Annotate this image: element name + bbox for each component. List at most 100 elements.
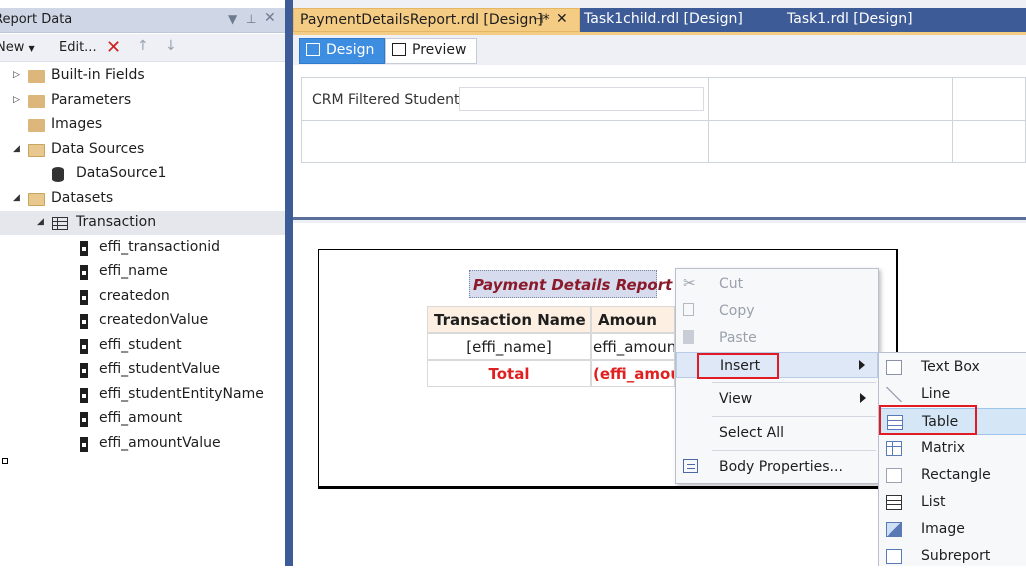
- menu-item-view[interactable]: View: [676, 386, 878, 412]
- scissors-icon: ✂: [683, 274, 696, 292]
- menu-label: Select All: [719, 425, 784, 441]
- tab-design[interactable]: Design: [299, 38, 385, 64]
- submenu-item-text-box[interactable]: Text Box: [879, 354, 1026, 381]
- tree-item-label: Data Sources: [51, 140, 145, 157]
- tree-item[interactable]: ▷ Built-in Fields: [0, 64, 285, 88]
- expand-arrow-icon[interactable]: ◢: [37, 217, 44, 227]
- chevron-down-icon: ▼: [28, 44, 35, 53]
- menu-separator: [712, 450, 876, 451]
- tree-item-label: createdon: [99, 287, 170, 304]
- tree-item[interactable]: effi_studentEntityName: [0, 383, 285, 407]
- panel-splitter[interactable]: [285, 0, 293, 566]
- collapse-arrow-icon[interactable]: ▷: [13, 70, 20, 80]
- tree-item[interactable]: effi_studentValue: [0, 358, 285, 382]
- tree-item[interactable]: effi_student: [0, 334, 285, 358]
- tree-item-label: DataSource1: [76, 165, 167, 181]
- tree-item-label: effi_name: [99, 263, 168, 279]
- menu-item-cut[interactable]: ✂ Cut: [676, 271, 878, 297]
- menu-label: Copy: [719, 303, 755, 319]
- tree-item-label: effi_studentEntityName: [99, 385, 264, 402]
- properties-icon: [683, 459, 698, 473]
- submenu-label: Line: [921, 386, 951, 402]
- submenu-label: Image: [921, 521, 965, 537]
- menu-item-copy[interactable]: Copy: [676, 298, 878, 324]
- total-label-cell[interactable]: Total: [427, 360, 591, 387]
- dataset-grid-icon: [52, 217, 68, 230]
- tree-item-label: effi_student: [99, 336, 182, 353]
- tab-preview[interactable]: Preview: [385, 38, 477, 64]
- textbox-icon: [886, 360, 902, 375]
- tree-item-label: Built-in Fields: [51, 67, 145, 83]
- edit-button[interactable]: Edit...: [59, 40, 97, 55]
- close-icon[interactable]: ✕: [264, 10, 276, 26]
- database-icon: [52, 167, 64, 182]
- pin-icon[interactable]: ⊥: [246, 12, 256, 26]
- tree-item[interactable]: createdonValue: [0, 309, 285, 333]
- tree-item[interactable]: ◢ Datasets: [0, 187, 285, 211]
- dropdown-icon[interactable]: ▼: [228, 12, 237, 26]
- collapse-arrow-icon[interactable]: ▷: [13, 95, 20, 105]
- tree-item[interactable]: effi_name: [0, 260, 285, 284]
- submenu-arrow-icon: [859, 360, 865, 370]
- tab-pin-icon[interactable]: ⊣: [533, 12, 543, 26]
- total-amount-cell[interactable]: (effi_amou: [591, 360, 675, 387]
- submenu-item-image[interactable]: Image: [879, 516, 1026, 543]
- param-cell: [953, 78, 1026, 121]
- tree-item[interactable]: effi_amount: [0, 407, 285, 431]
- tree-item[interactable]: createdon: [0, 285, 285, 309]
- detail-cell-amount[interactable]: effi_amountV: [591, 333, 675, 360]
- field-icon: [80, 363, 88, 378]
- subreport-icon: [886, 549, 902, 564]
- tree-item[interactable]: Images: [0, 113, 285, 137]
- tab-label: PaymentDetailsReport.rdl [Design]*: [300, 12, 550, 28]
- tree-item[interactable]: effi_amountValue: [0, 432, 285, 456]
- field-icon: [80, 412, 88, 427]
- field-icon: [80, 338, 88, 354]
- tree-item[interactable]: ◢ Data Sources: [0, 138, 285, 162]
- resize-handle[interactable]: [2, 458, 8, 464]
- tab-close-icon[interactable]: ✕: [556, 11, 568, 27]
- tree-item[interactable]: DataSource1: [0, 162, 285, 186]
- menu-label: Cut: [719, 276, 744, 292]
- header-cell-amount[interactable]: Amoun: [591, 306, 675, 333]
- header-cell-transaction-name[interactable]: Transaction Name: [427, 306, 591, 333]
- tab-task1[interactable]: Task1.rdl [Design]: [781, 8, 919, 32]
- submenu-item-line[interactable]: Line: [879, 381, 1026, 408]
- detail-cell-name[interactable]: [effi_name]: [427, 333, 591, 360]
- menu-item-paste[interactable]: Paste: [676, 325, 878, 351]
- menu-label: Paste: [719, 330, 757, 346]
- delete-icon[interactable]: ✕: [106, 37, 121, 58]
- submenu-label: Text Box: [921, 359, 980, 375]
- new-label: New: [0, 40, 25, 55]
- menu-item-select-all[interactable]: Select All: [676, 420, 878, 446]
- tree-item[interactable]: ◢ Transaction: [0, 211, 285, 235]
- expand-arrow-icon[interactable]: ◢: [13, 144, 20, 154]
- menu-separator: [712, 416, 876, 417]
- copy-icon: [683, 303, 694, 316]
- menu-separator: [712, 382, 876, 383]
- tree-item[interactable]: effi_transactionid: [0, 236, 285, 260]
- parameter-input[interactable]: [459, 87, 704, 111]
- move-down-icon[interactable]: ↓: [165, 38, 177, 54]
- submenu-label: List: [921, 494, 946, 510]
- report-title-textbox[interactable]: Payment Details Report: [469, 270, 672, 298]
- folder-icon: [28, 70, 45, 83]
- tab-task1child[interactable]: Task1child.rdl [Design]: [578, 8, 749, 32]
- list-icon: [886, 495, 902, 510]
- submenu-item-list[interactable]: List: [879, 489, 1026, 516]
- submenu-item-rectangle[interactable]: Rectangle: [879, 462, 1026, 489]
- expand-arrow-icon[interactable]: ◢: [13, 193, 20, 203]
- folder-open-icon: [28, 143, 45, 157]
- tree-item[interactable]: ▷ Parameters: [0, 89, 285, 113]
- move-up-icon[interactable]: ↑: [137, 38, 149, 54]
- field-icon: [80, 240, 88, 256]
- tab-label: Task1child.rdl [Design]: [584, 11, 743, 27]
- menu-item-body-properties[interactable]: Body Properties...: [676, 454, 878, 480]
- tab-label: Task1.rdl [Design]: [787, 11, 913, 27]
- submenu-label: Matrix: [921, 440, 966, 456]
- menu-label: Body Properties...: [719, 459, 843, 475]
- submenu-item-matrix[interactable]: Matrix: [879, 435, 1026, 462]
- field-icon: [80, 265, 88, 280]
- panel-title: Report Data: [0, 12, 73, 27]
- new-button[interactable]: New ▼: [0, 40, 35, 55]
